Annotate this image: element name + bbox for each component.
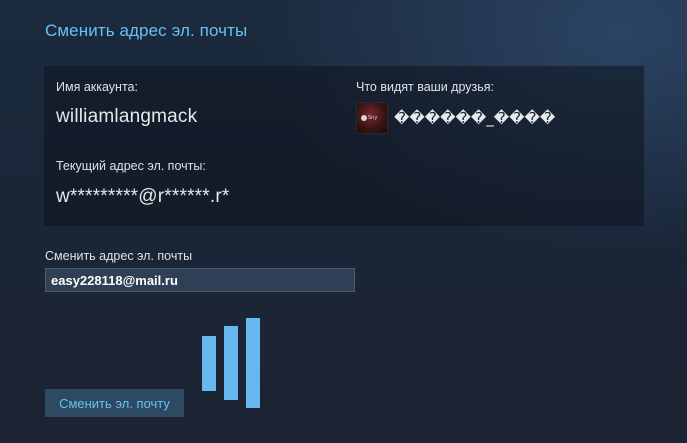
loader-bar-1 bbox=[202, 336, 216, 391]
current-email-label: Текущий адрес эл. почты: bbox=[56, 159, 206, 173]
account-name-label: Имя аккаунта: bbox=[56, 80, 138, 94]
loader-bar-3 bbox=[246, 318, 260, 408]
avatar-logo-text: Sny bbox=[368, 115, 378, 121]
current-email-value: w*********@r******.r* bbox=[56, 186, 230, 207]
loader-bar-2 bbox=[224, 326, 238, 400]
avatar-logo-icon bbox=[361, 115, 367, 121]
loading-bars-icon bbox=[202, 318, 262, 408]
avatar: Sny bbox=[356, 102, 388, 134]
account-name-value: williamlangmack bbox=[56, 106, 198, 127]
friend-profile: Sny ������_���� bbox=[356, 102, 555, 134]
account-info-panel: Имя аккаунта: williamlangmack Что видят … bbox=[44, 66, 644, 226]
friend-display-name: ������_���� bbox=[394, 109, 556, 127]
change-email-label: Сменить адрес эл. почты bbox=[45, 249, 193, 263]
friends-view-label: Что видят ваши друзья: bbox=[356, 80, 495, 94]
change-email-button[interactable]: Сменить эл. почту bbox=[45, 389, 184, 417]
page-title: Сменить адрес эл. почты bbox=[45, 21, 248, 40]
email-field[interactable] bbox=[45, 268, 355, 292]
